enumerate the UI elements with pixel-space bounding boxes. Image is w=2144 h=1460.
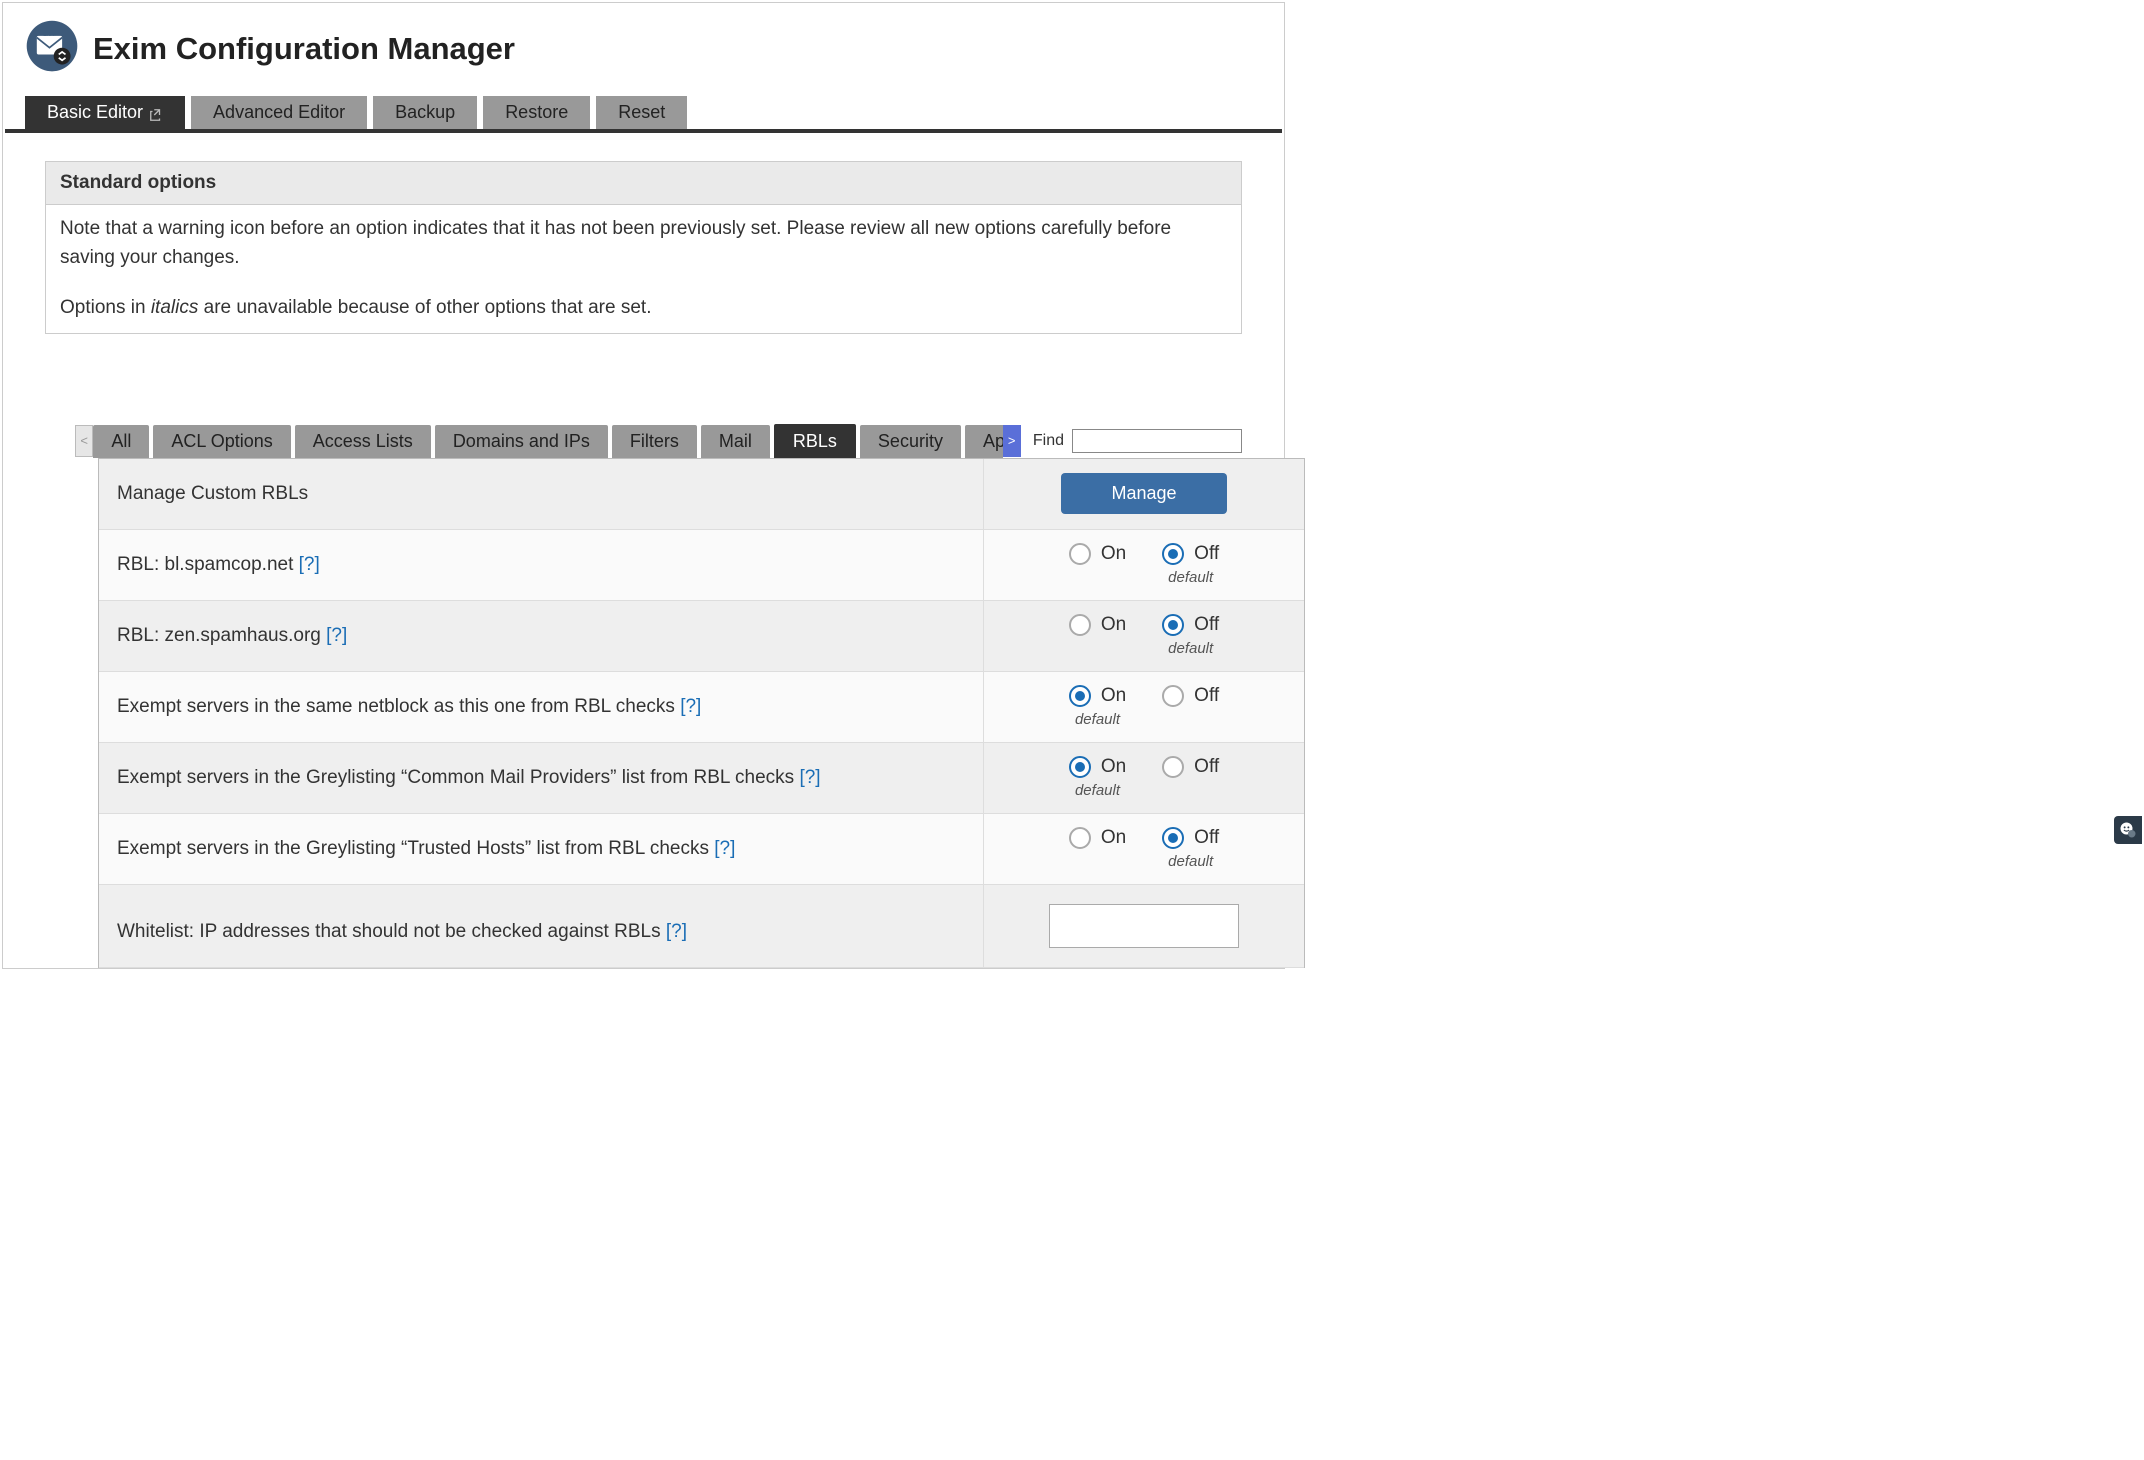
subtab-scroll-left[interactable]: < xyxy=(75,425,93,457)
setting-control: On Off default xyxy=(984,533,1304,596)
sub-tabs: All ACL Options Access Lists Domains and… xyxy=(93,424,1002,458)
radio-label: Off xyxy=(1194,685,1219,707)
radio-on[interactable] xyxy=(1069,614,1091,636)
find-input[interactable] xyxy=(1072,429,1242,453)
page-title: Exim Configuration Manager xyxy=(93,31,515,67)
radio-on[interactable] xyxy=(1069,827,1091,849)
setting-label: RBL: zen.spamhaus.org [?] xyxy=(99,601,984,671)
tab-reset[interactable]: Reset xyxy=(596,96,687,129)
radio-label: Off xyxy=(1194,614,1219,636)
radio-label: Off xyxy=(1194,827,1219,849)
setting-row: Whitelist: IP addresses that should not … xyxy=(99,885,1304,968)
help-link[interactable]: [?] xyxy=(799,767,820,788)
default-label: default xyxy=(1075,782,1120,799)
setting-control: On default Off xyxy=(984,746,1304,809)
setting-row: Manage Custom RBLs Manage xyxy=(99,459,1304,530)
radio-label: On xyxy=(1101,685,1126,707)
subtab-security[interactable]: Security xyxy=(860,425,961,458)
standard-options-heading: Standard options xyxy=(46,162,1241,205)
subtab-mail[interactable]: Mail xyxy=(701,425,770,458)
default-label: default xyxy=(1168,640,1213,657)
radio-off[interactable] xyxy=(1162,756,1184,778)
setting-control xyxy=(984,894,1304,958)
radio-off[interactable] xyxy=(1162,685,1184,707)
setting-label: Exempt servers in the Greylisting “Commo… xyxy=(99,743,984,813)
radio-off[interactable] xyxy=(1162,827,1184,849)
setting-row: RBL: bl.spamcop.net [?] On Off default xyxy=(99,530,1304,601)
subtab-all[interactable]: All xyxy=(93,425,149,458)
find-label: Find xyxy=(1033,432,1064,450)
radio-label: On xyxy=(1101,827,1126,849)
setting-label: Manage Custom RBLs xyxy=(99,459,984,529)
radio-on[interactable] xyxy=(1069,756,1091,778)
subtab-acl-options[interactable]: ACL Options xyxy=(153,425,290,458)
manage-button[interactable]: Manage xyxy=(1061,473,1226,514)
help-link[interactable]: [?] xyxy=(299,554,320,575)
subtab-scroll-right[interactable]: > xyxy=(1003,425,1021,457)
standard-options-note: Note that a warning icon before an optio… xyxy=(60,215,1227,272)
help-link[interactable]: [?] xyxy=(680,696,701,717)
subtab-filters[interactable]: Filters xyxy=(612,425,697,458)
radio-label: Off xyxy=(1194,756,1219,778)
setting-label: Exempt servers in the same netblock as t… xyxy=(99,672,984,742)
standard-options-panel: Standard options Note that a warning ico… xyxy=(45,161,1242,334)
radio-off[interactable] xyxy=(1162,543,1184,565)
help-link[interactable]: [?] xyxy=(326,625,347,646)
page-header: EXIM Exim Configuration Manager xyxy=(5,5,1282,96)
setting-row: Exempt servers in the Greylisting “Trust… xyxy=(99,814,1304,885)
main-tabs: Basic Editor Advanced Editor Backup Rest… xyxy=(5,96,1282,133)
default-label: default xyxy=(1168,569,1213,586)
default-label: default xyxy=(1075,711,1120,728)
tab-backup[interactable]: Backup xyxy=(373,96,477,129)
setting-label: Whitelist: IP addresses that should not … xyxy=(99,885,984,967)
settings-table: Manage Custom RBLs Manage RBL: bl.spamcop.… xyxy=(98,458,1305,968)
standard-options-italic-note: Options in italics are unavailable becau… xyxy=(60,294,1227,323)
feedback-icon[interactable] xyxy=(2114,816,2142,844)
setting-control: On Off default xyxy=(984,817,1304,880)
tab-advanced-editor[interactable]: Advanced Editor xyxy=(191,96,367,129)
default-label: default xyxy=(1168,853,1213,870)
subtab-access-lists[interactable]: Access Lists xyxy=(295,425,431,458)
radio-label: Off xyxy=(1194,543,1219,565)
setting-control: On default Off xyxy=(984,675,1304,738)
radio-label: On xyxy=(1101,756,1126,778)
radio-off[interactable] xyxy=(1162,614,1184,636)
radio-on[interactable] xyxy=(1069,685,1091,707)
setting-row: Exempt servers in the same netblock as t… xyxy=(99,672,1304,743)
radio-label: On xyxy=(1101,543,1126,565)
subtab-domains-ips[interactable]: Domains and IPs xyxy=(435,425,608,458)
svg-text:EXIM: EXIM xyxy=(43,32,55,38)
link-icon xyxy=(149,106,163,120)
radio-label: On xyxy=(1101,614,1126,636)
subtab-rbls[interactable]: RBLs xyxy=(774,424,856,458)
setting-label: RBL: bl.spamcop.net [?] xyxy=(99,530,984,600)
setting-label: Exempt servers in the Greylisting “Trust… xyxy=(99,814,984,884)
help-link[interactable]: [?] xyxy=(666,921,687,942)
exim-icon: EXIM xyxy=(25,19,79,78)
help-link[interactable]: [?] xyxy=(714,838,735,859)
setting-control: Manage xyxy=(984,463,1304,524)
subtab-spamassassin[interactable]: Apache SpamAssassin™ xyxy=(965,425,1003,458)
tab-restore[interactable]: Restore xyxy=(483,96,590,129)
tab-basic-editor[interactable]: Basic Editor xyxy=(25,96,185,129)
setting-row: Exempt servers in the Greylisting “Commo… xyxy=(99,743,1304,814)
whitelist-textarea[interactable] xyxy=(1049,904,1239,948)
radio-on[interactable] xyxy=(1069,543,1091,565)
setting-control: On Off default xyxy=(984,604,1304,667)
setting-row: RBL: zen.spamhaus.org [?] On Off default xyxy=(99,601,1304,672)
